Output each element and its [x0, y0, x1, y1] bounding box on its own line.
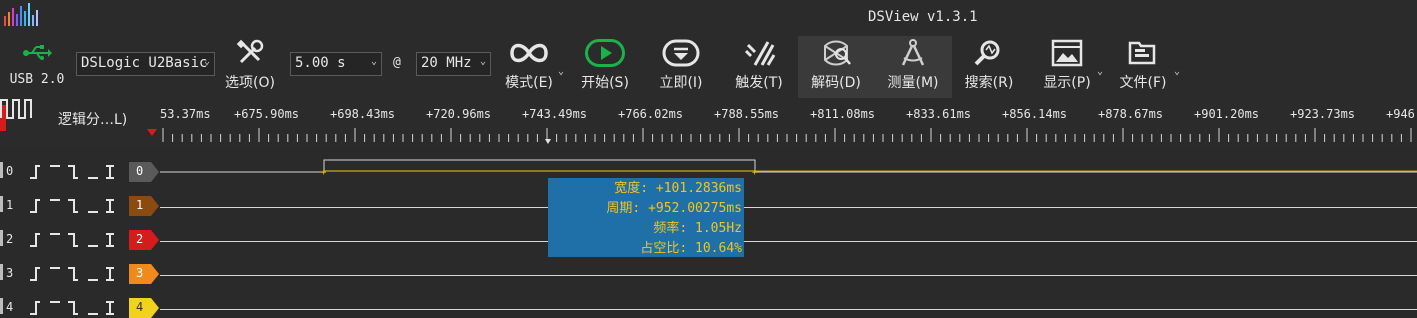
search-icon [972, 36, 1006, 70]
channel-tag-label: 3 [136, 266, 144, 280]
mode-dropdown-icon[interactable]: ⌄ [558, 66, 564, 77]
options-label: 选项(O) [225, 75, 275, 91]
trigger-options-icon[interactable] [28, 298, 124, 316]
options-button[interactable]: 选项(O) [222, 36, 278, 98]
device-select[interactable]: DSLogic U2Basic ⌄ [76, 52, 215, 76]
start-label: 开始(S) [581, 75, 629, 91]
channel-baseline [160, 207, 1417, 208]
measure-label: 测量(M) [887, 75, 939, 91]
compass-icon [896, 36, 930, 70]
sample-time-select[interactable]: 5.00 s ⌄ [290, 52, 382, 76]
start-button[interactable]: 开始(S) [574, 36, 636, 98]
window-title: DSView v1.3.1 [868, 9, 978, 25]
at-separator: @ [393, 55, 401, 70]
channel-row: 44 [0, 290, 1417, 318]
measure-button[interactable]: 测量(M) [874, 36, 952, 98]
chevron-down-icon: ⌄ [479, 56, 486, 67]
channel-handle[interactable] [0, 196, 3, 212]
device-value: DSLogic U2Basic [81, 55, 208, 71]
measurement-tooltip: 宽度: +101.2836ms 周期: +952.00275ms 频率: 1.0… [548, 178, 744, 257]
trigger-options-icon[interactable] [28, 264, 124, 282]
channel-tag-label: 2 [136, 232, 144, 246]
channel-baseline [160, 309, 1417, 310]
channel-handle[interactable] [0, 264, 3, 280]
sample-time-value: 5.00 s [295, 55, 346, 71]
chevron-down-icon: ⌄ [203, 56, 210, 67]
ruler-ticks [147, 128, 1412, 144]
channel-index: 3 [6, 266, 14, 280]
trigger-options-icon[interactable] [28, 230, 124, 248]
period-measure: 周期: +952.00275ms [606, 201, 742, 216]
mode-button[interactable]: 模式(E) [498, 36, 560, 98]
channel-index: 4 [6, 300, 14, 314]
mode-label: 模式(E) [505, 75, 553, 91]
channel-tag[interactable] [129, 264, 161, 284]
main-toolbar: USB 2.0 DSLogic U2Basic ⌄ 选项(O) 5.00 s ⌄… [0, 36, 1417, 98]
trigger-options-icon[interactable] [28, 196, 124, 214]
channel-tag[interactable] [129, 196, 161, 216]
channel-index: 1 [6, 198, 14, 212]
channel-tag-label: 1 [136, 198, 144, 212]
sample-rate-select[interactable]: 20 MHz ⌄ [416, 52, 491, 76]
usb-label: USB 2.0 [9, 72, 65, 87]
usb-status: USB 2.0 [6, 36, 68, 98]
trigger-marker-icon [147, 129, 157, 136]
chevron-down-icon: ⌄ [370, 56, 377, 67]
trigger-label: 触发(T) [735, 75, 783, 91]
channel-handle[interactable] [0, 230, 3, 246]
frequency-measure: 频率: 1.05Hz [653, 221, 742, 236]
search-button[interactable]: 搜索(R) [958, 36, 1020, 98]
display-label: 显示(P) [1043, 75, 1091, 91]
file-label: 文件(F) [1119, 75, 1167, 91]
sample-rate-value: 20 MHz [421, 55, 472, 71]
instant-label: 立即(I) [659, 75, 703, 91]
wrench-icon [235, 36, 265, 70]
trigger-icon [742, 36, 776, 70]
channel-handle[interactable] [0, 298, 3, 314]
channel-baseline [160, 241, 1417, 242]
channel-tag[interactable] [129, 230, 161, 250]
time-ruler[interactable]: 逻辑分…L) 53.37ms +675.90ms +698.43ms +720.96m… [0, 98, 1417, 150]
instant-button[interactable]: 立即(I) [650, 36, 712, 98]
app-logo [4, 3, 38, 26]
decode-label: 解码(D) [811, 75, 861, 91]
usb-icon [22, 36, 52, 70]
channel-tag[interactable] [129, 298, 161, 318]
folder-icon [1127, 36, 1159, 70]
trigger-button[interactable]: 触发(T) [728, 36, 790, 98]
channel-baseline [160, 275, 1417, 276]
file-button[interactable]: 文件(F) [1112, 36, 1174, 98]
decode-button[interactable]: 解码(D) [798, 36, 874, 98]
title-bar: DSView v1.3.1 [0, 0, 1417, 36]
channel-row: 33 [0, 256, 1417, 290]
svg-text:+: + [321, 168, 327, 178]
channel-index: 2 [6, 232, 14, 246]
duty-measure: 占空比: 10.64% [640, 241, 742, 256]
instant-icon [661, 36, 701, 70]
display-icon [1051, 36, 1083, 70]
svg-text:+: + [752, 168, 758, 178]
infinity-icon [509, 36, 549, 70]
play-icon [585, 36, 625, 70]
file-dropdown-icon[interactable]: ⌄ [1174, 66, 1180, 77]
width-measure: 宽度: +101.2836ms [614, 181, 742, 196]
decode-icon [819, 36, 853, 70]
search-label: 搜索(R) [964, 75, 1014, 91]
channel-tag-label: 4 [136, 300, 144, 314]
display-dropdown-icon[interactable]: ⌄ [1097, 66, 1103, 77]
display-button[interactable]: 显示(P) [1036, 36, 1098, 98]
cursor-marker-icon [545, 139, 551, 144]
